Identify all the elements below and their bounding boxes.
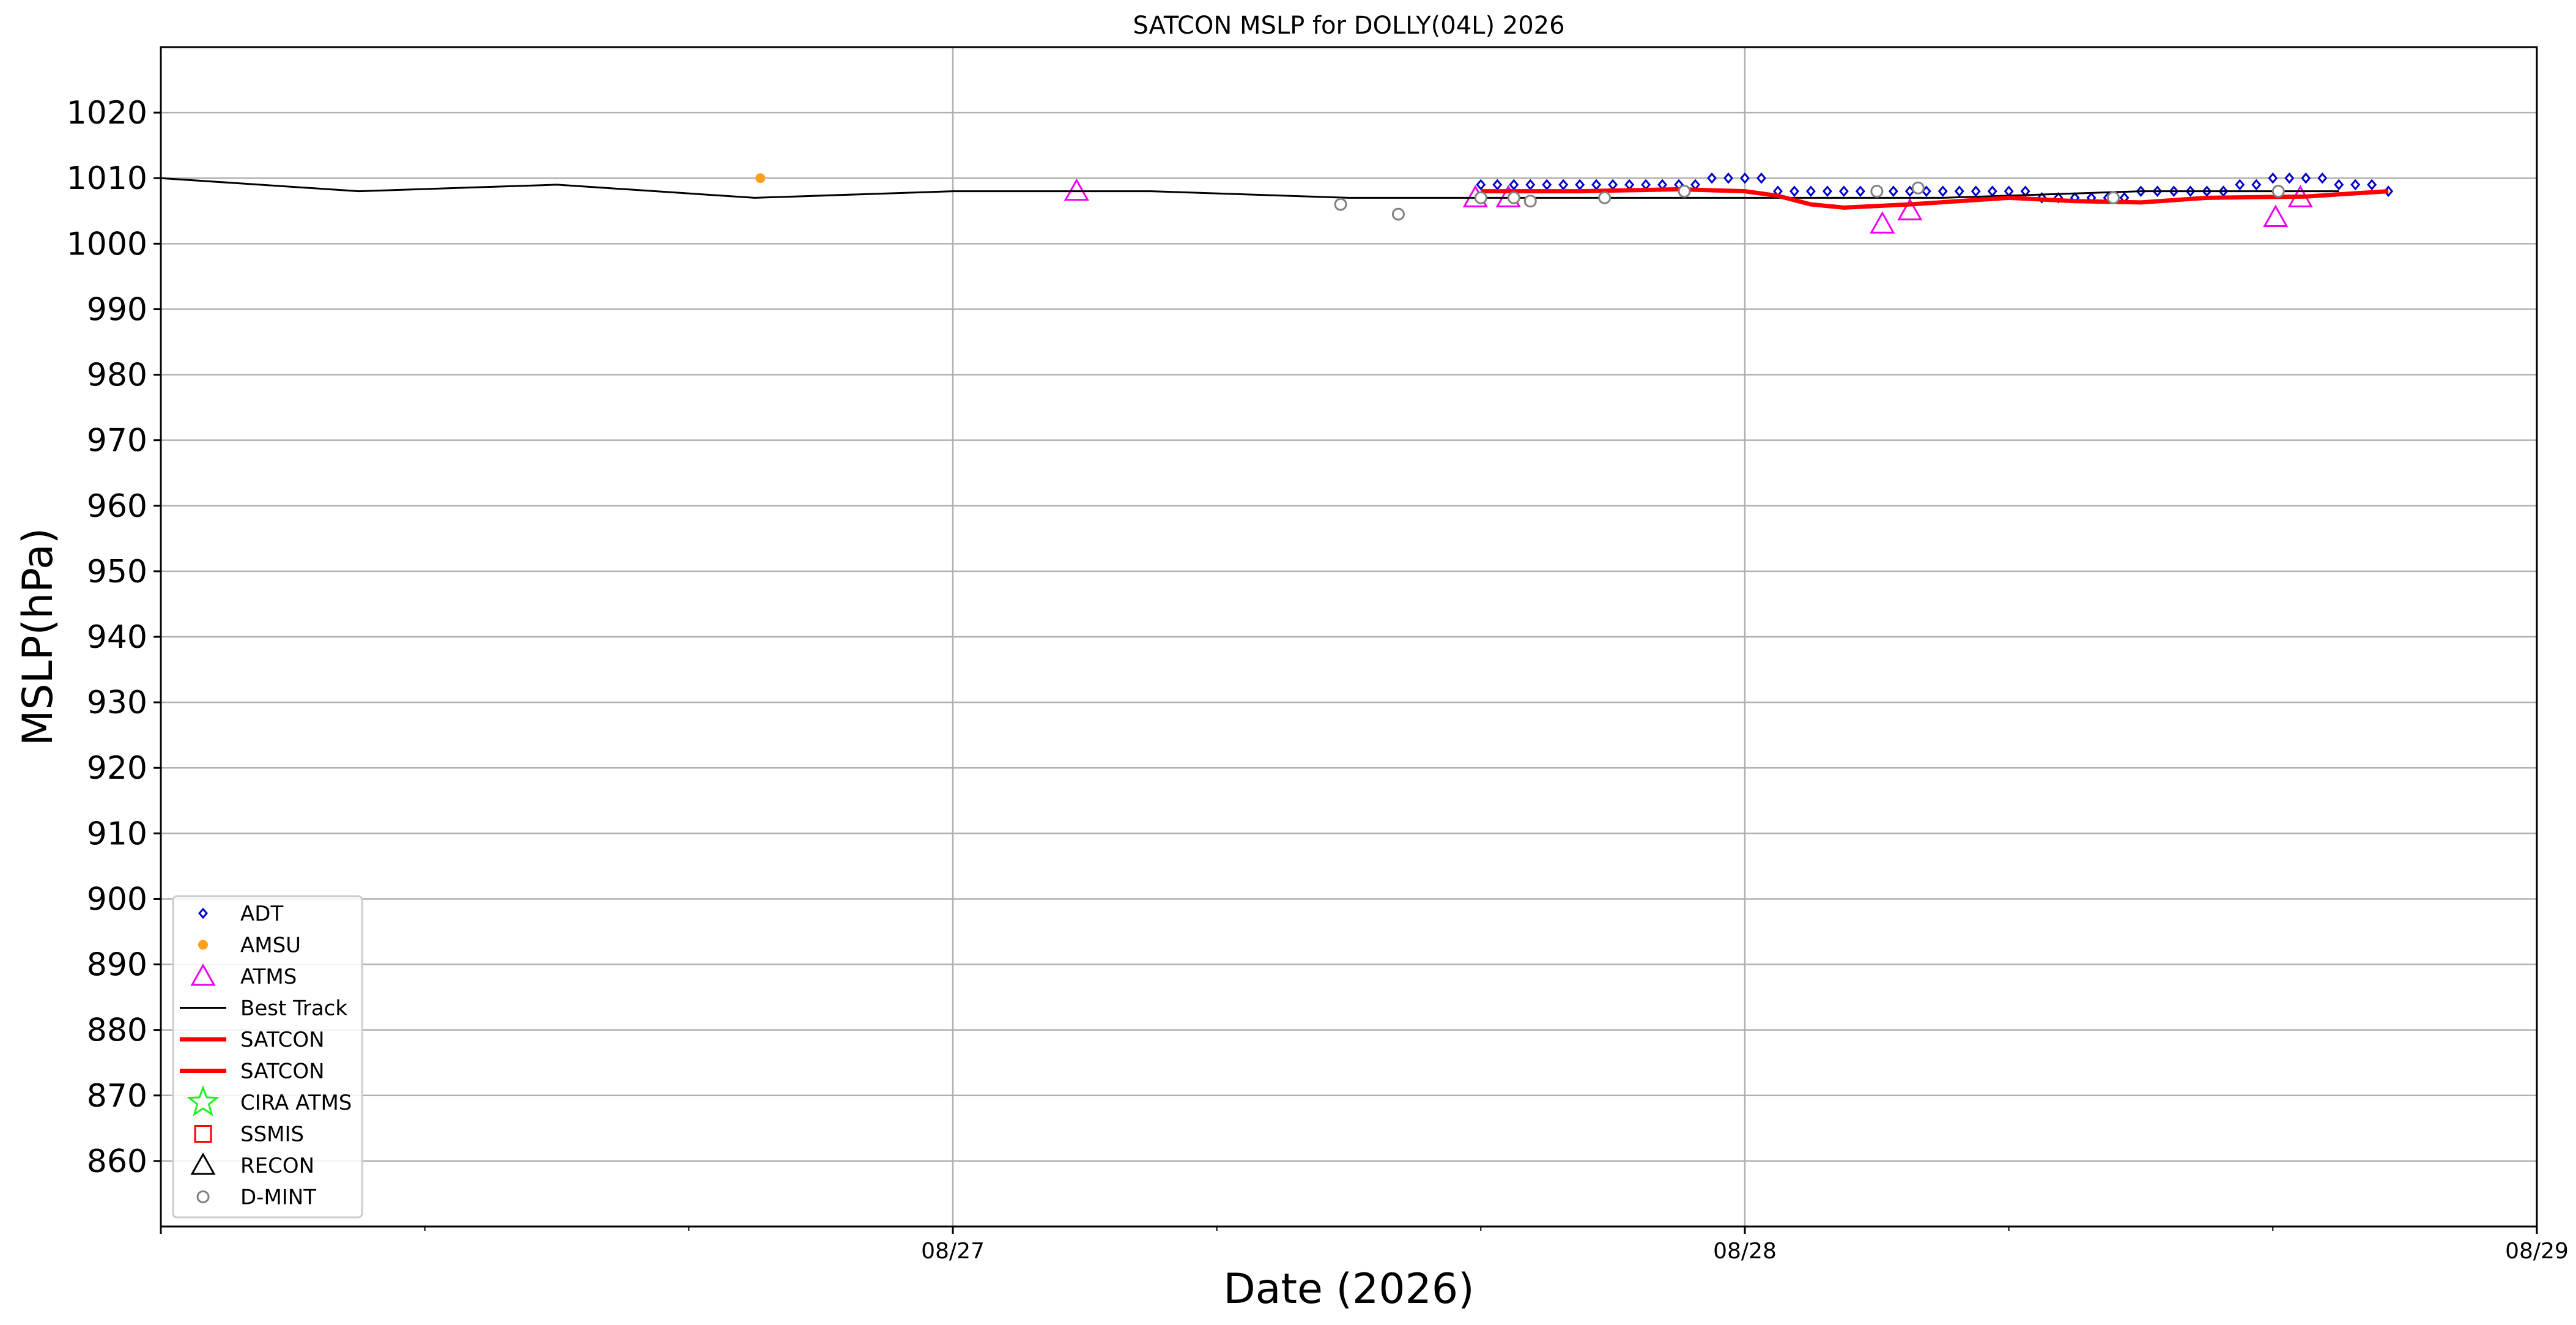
- series-layer: [160, 172, 2394, 234]
- y-tick-label-1010: 1010: [67, 160, 147, 197]
- y-tick-label-930: 930: [87, 685, 147, 721]
- legend-label: SSMIS: [240, 1123, 304, 1147]
- atms-point-0: [1064, 178, 1089, 201]
- amsu-point-0: [755, 173, 766, 184]
- adt-point-16: [1740, 172, 1750, 184]
- x-tick-label-08/29: 08/29: [2505, 1239, 2569, 1264]
- y-tick-label-1000: 1000: [67, 226, 147, 262]
- x-tick-label-08/27: 08/27: [921, 1239, 985, 1264]
- adt-point-28: [1938, 185, 1948, 197]
- d-mint-point-4: [1523, 195, 1537, 208]
- legend-label: ADT: [240, 902, 283, 926]
- legend-label: CIRA ATMS: [240, 1091, 352, 1115]
- adt-point-23: [1855, 185, 1865, 197]
- legend-swatch-dot: [198, 940, 208, 950]
- y-tick-label-890: 890: [87, 947, 147, 984]
- adt-point-0: [1476, 179, 1486, 191]
- adt-point-19: [1789, 185, 1799, 197]
- legend-swatch-circle: [196, 1190, 210, 1203]
- d-mint-point-10: [2271, 185, 2285, 198]
- adt-point-14: [1707, 172, 1717, 184]
- adt-point-9: [1624, 179, 1635, 191]
- adt-point-32: [2004, 185, 2014, 197]
- adt-point-51: [2317, 172, 2328, 184]
- legend-label: Best Track: [240, 997, 347, 1021]
- adt-point-50: [2301, 172, 2311, 184]
- legend-label: SATCON: [240, 1028, 325, 1052]
- adt-point-1: [1492, 179, 1503, 191]
- adt-point-22: [1838, 185, 1849, 197]
- adt-point-20: [1805, 185, 1816, 197]
- legend-label: ATMS: [240, 965, 297, 989]
- y-tick-label-870: 870: [87, 1078, 147, 1115]
- d-mint-point-6: [1678, 185, 1691, 198]
- adt-point-48: [2268, 172, 2278, 184]
- adt-point-2: [1509, 179, 1519, 191]
- y-tick-label-950: 950: [87, 554, 147, 590]
- y-axis-ticks: 860 870 880 890 900 910 920 930 940 950 960 970 980 9…: [67, 95, 161, 1180]
- y-tick-label-880: 880: [87, 1012, 147, 1049]
- adt-point-49: [2284, 172, 2295, 184]
- legend-label: D-MINT: [240, 1186, 316, 1210]
- y-tick-label-1020: 1020: [67, 95, 147, 132]
- legend-label: AMSU: [240, 933, 301, 958]
- adt-point-29: [1954, 185, 1964, 197]
- adt-point-15: [1723, 172, 1733, 184]
- adt-point-46: [2235, 179, 2245, 191]
- adt-point-21: [1822, 185, 1832, 197]
- grid-lines: [161, 47, 2537, 1227]
- x-axis-ticks: 08/27 08/28 08/29: [160, 1227, 2569, 1264]
- adt-point-5: [1558, 179, 1569, 191]
- legend: ADT AMSU ATMS Best Track SATCON SATCON CIRA AT…: [172, 895, 363, 1219]
- series-amsu-1: [755, 173, 766, 184]
- y-tick-label-910: 910: [87, 815, 147, 852]
- adt-point-47: [2251, 179, 2262, 191]
- y-tick-label-980: 980: [87, 357, 147, 394]
- series-best-track-3: [160, 177, 2339, 199]
- legend-label: SATCON: [240, 1060, 325, 1084]
- d-mint-point-2: [1474, 191, 1487, 204]
- adt-point-10: [1641, 179, 1651, 191]
- atms-point-3: [1870, 211, 1895, 234]
- d-mint-point-5: [1598, 191, 1612, 204]
- adt-point-54: [2367, 179, 2377, 191]
- d-mint-point-9: [2107, 191, 2120, 204]
- y-tick-label-940: 940: [87, 619, 147, 656]
- adt-point-30: [1971, 185, 1981, 197]
- adt-point-6: [1575, 179, 1585, 191]
- legend-label: RECON: [240, 1154, 314, 1178]
- adt-point-17: [1756, 172, 1766, 184]
- adt-point-4: [1542, 179, 1552, 191]
- d-mint-point-8: [1870, 185, 1884, 198]
- adt-point-25: [1888, 185, 1898, 197]
- adt-point-53: [2350, 179, 2361, 191]
- d-mint-point-0: [1334, 198, 1347, 211]
- y-tick-label-900: 900: [87, 881, 147, 918]
- adt-point-3: [1525, 179, 1536, 191]
- atms-point-5: [2263, 204, 2289, 227]
- y-tick-label-860: 860: [87, 1143, 147, 1180]
- adt-point-7: [1591, 179, 1602, 191]
- adt-point-8: [1608, 179, 1618, 191]
- d-mint-point-3: [1507, 191, 1520, 204]
- d-mint-point-7: [1911, 181, 1925, 195]
- y-tick-label-990: 990: [87, 291, 147, 328]
- adt-point-52: [2334, 179, 2344, 191]
- chart: 860 870 880 890 900 910 920 930 940 950 960 970 980 9…: [14, 12, 2569, 1313]
- best-track-line: [160, 177, 2339, 199]
- x-axis-label: Date (2026): [1223, 1265, 1474, 1313]
- y-tick-label-920: 920: [87, 750, 147, 787]
- d-mint-point-1: [1391, 207, 1405, 221]
- chart-title: SATCON MSLP for DOLLY(04L) 2026: [1133, 12, 1564, 40]
- x-tick-label-08/28: 08/28: [1713, 1239, 1777, 1264]
- adt-point-31: [1987, 185, 1997, 197]
- y-axis-label: MSLP(hPa): [14, 528, 62, 746]
- y-tick-label-970: 970: [87, 423, 147, 459]
- y-tick-label-960: 960: [87, 488, 147, 525]
